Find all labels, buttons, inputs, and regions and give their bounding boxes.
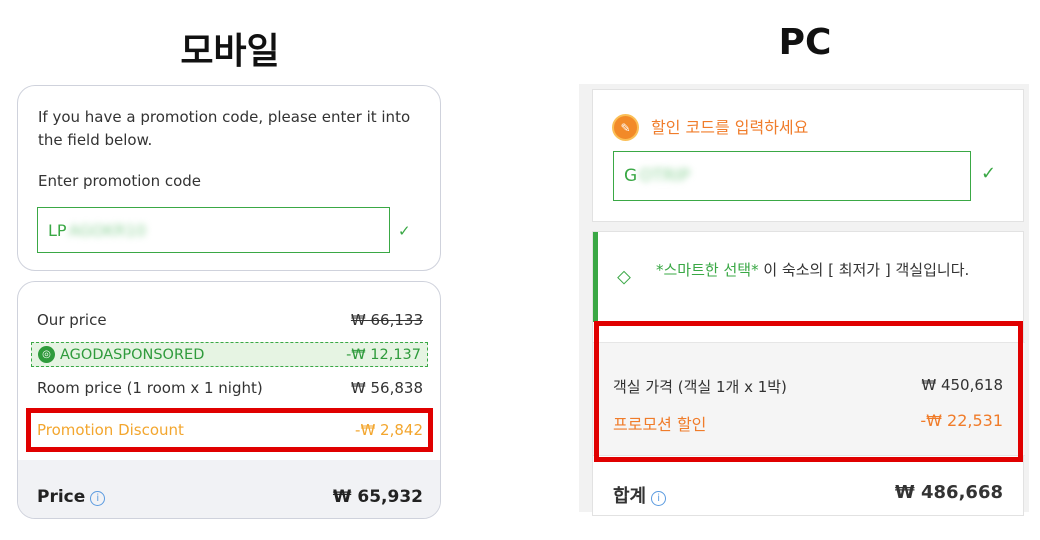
tag-icon: ⬦ — [617, 264, 631, 288]
mobile-heading: 모바일 — [180, 31, 280, 72]
our-price-row: Our price ₩ 66,133 — [37, 311, 423, 329]
our-price-value: ₩ 66,133 — [350, 311, 423, 329]
highlight-box-pc — [594, 321, 1023, 462]
pc-promo-card: ✎ 할인 코드를 입력하세요 G OTRIP ✓ — [592, 89, 1024, 222]
promo-code-input[interactable]: G OTRIP — [613, 151, 971, 201]
room-price-value: ₩ 56,838 — [350, 379, 423, 397]
promo-code-prefix: LP — [48, 220, 67, 240]
room-price-label: Room price (1 room x 1 night) — [37, 379, 263, 397]
coupon-icon: ✎ — [612, 114, 639, 141]
total-value: ₩ 65,932 — [332, 487, 423, 507]
pc-heading: PC — [778, 22, 832, 63]
total-label: Price — [37, 487, 86, 507]
smart-highlight: *스마트한 선택* — [656, 261, 759, 279]
promo-code-input[interactable]: LP AGOKR10 — [37, 207, 390, 253]
smart-description: 이 숙소의 [ 최저가 ] 객실입니다. — [758, 261, 970, 279]
info-icon[interactable]: i — [90, 491, 106, 506]
promo-code-prefix: G — [624, 166, 638, 186]
smart-choice-text: *스마트한 선택* 이 숙소의 [ 최저가 ] 객실입니다. — [656, 256, 1011, 284]
total-row: 합계 i ₩ 486,668 — [613, 482, 1003, 508]
check-icon: ✓ — [398, 222, 411, 240]
green-accent-bar — [593, 232, 598, 322]
our-price-label: Our price — [37, 311, 107, 329]
tag-icon: ◎ — [38, 346, 55, 363]
promo-code-blurred: OTRIP — [639, 166, 691, 186]
mobile-promo-card: If you have a promotion code, please ent… — [17, 85, 441, 271]
sponsored-discount-row: ◎ AGODASPONSORED -₩ 12,137 — [31, 342, 428, 367]
total-value: ₩ 486,668 — [894, 482, 1003, 503]
info-icon[interactable]: i — [651, 491, 667, 506]
room-price-row: Room price (1 room x 1 night) ₩ 56,838 — [37, 379, 423, 397]
sponsored-value: -₩ 12,137 — [346, 346, 421, 363]
promo-code-label: Enter promotion code — [38, 172, 202, 190]
total-label: 합계 — [613, 486, 647, 507]
mobile-price-card: Our price ₩ 66,133 ◎ AGODASPONSORED -₩ 1… — [17, 281, 441, 519]
check-icon: ✓ — [981, 163, 997, 184]
promo-prompt: 할인 코드를 입력하세요 — [651, 118, 809, 137]
highlight-box-mobile — [26, 408, 433, 452]
promo-instructions: If you have a promotion code, please ent… — [38, 108, 411, 149]
total-row: Price i ₩ 65,932 — [37, 487, 423, 507]
sponsored-label: AGODASPONSORED — [60, 346, 205, 363]
promo-code-blurred: AGOKR10 — [68, 220, 147, 240]
